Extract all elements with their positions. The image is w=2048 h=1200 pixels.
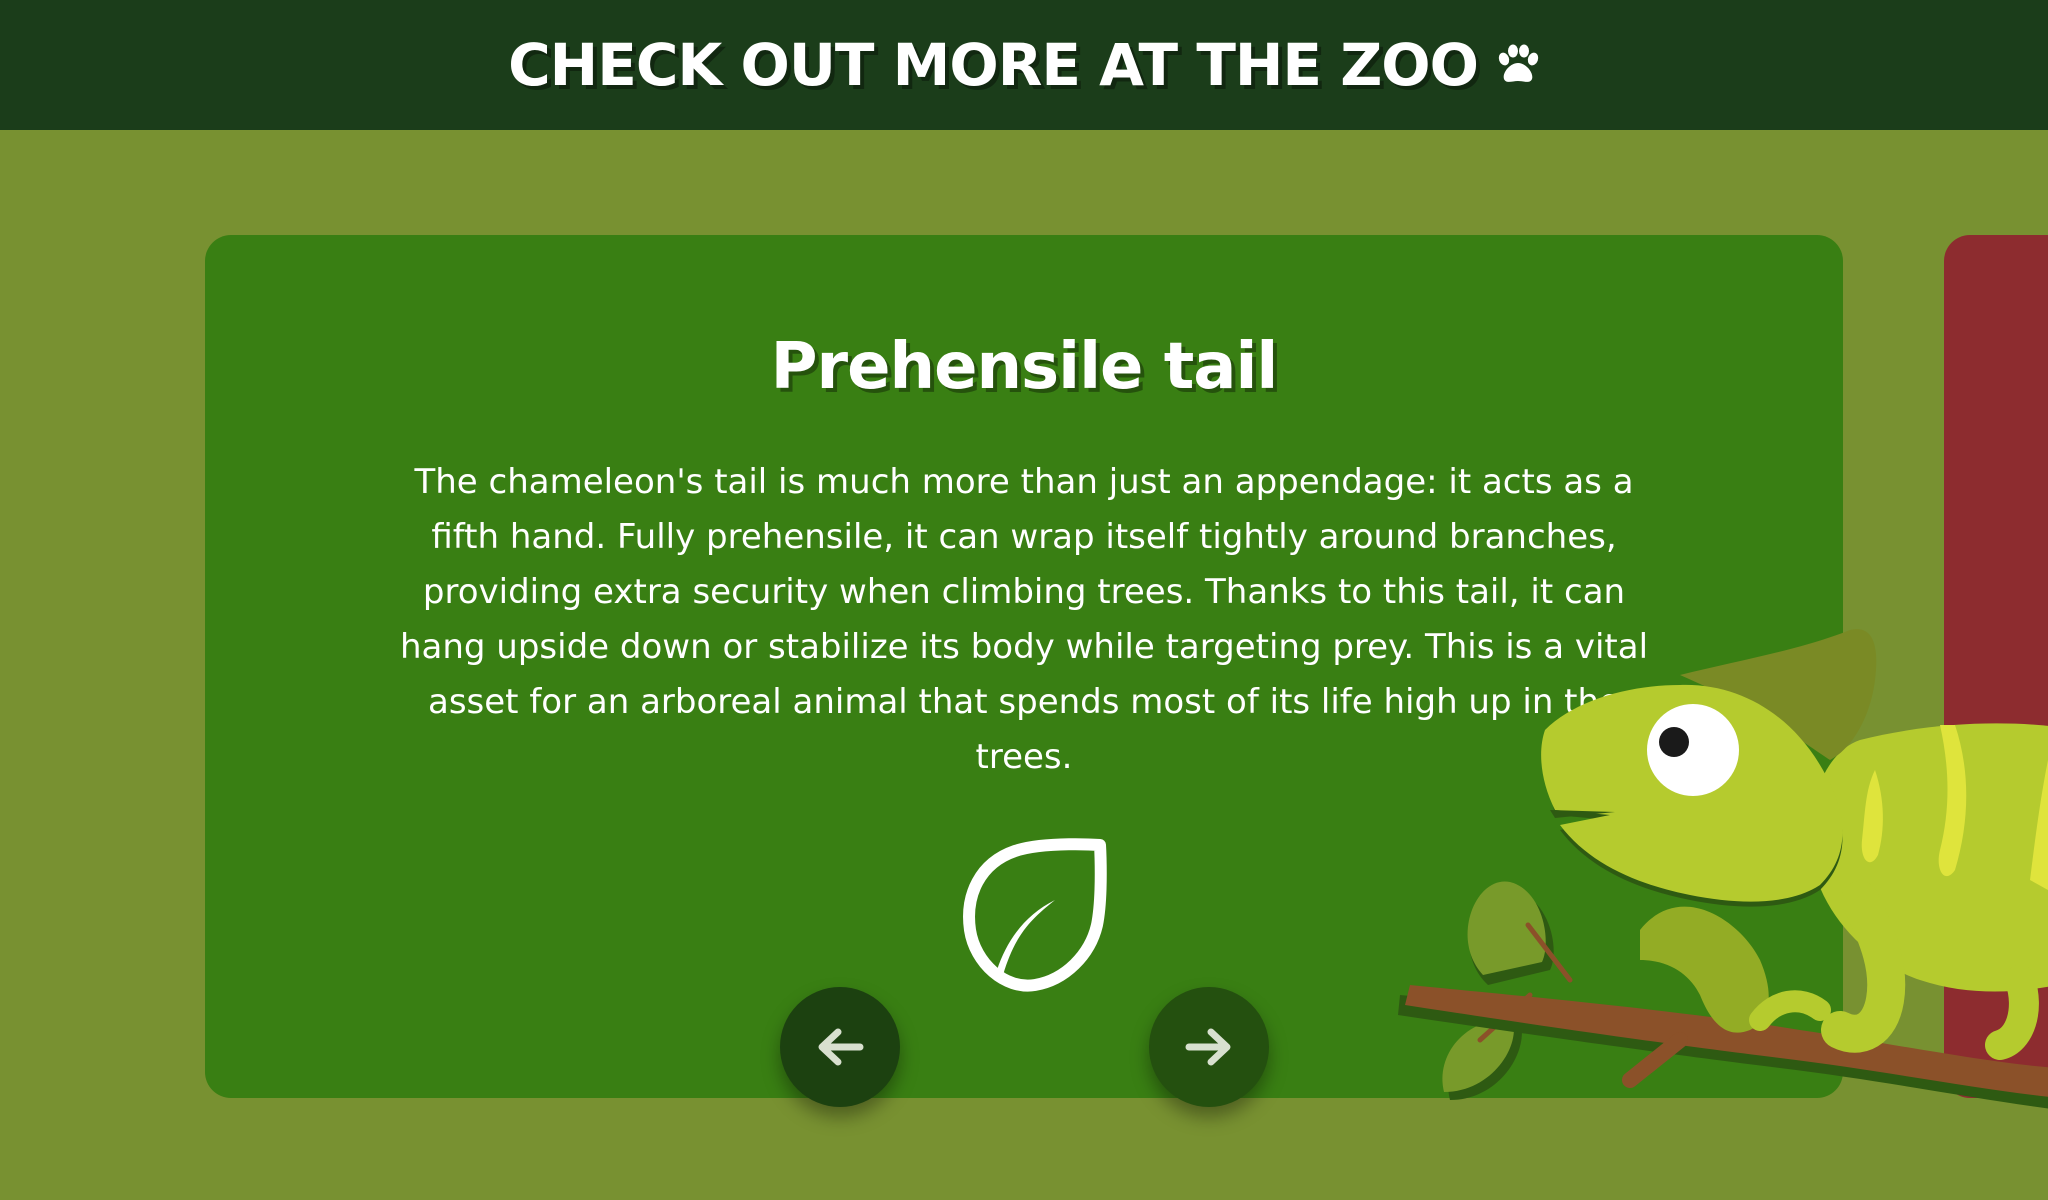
arrow-right-icon [1185,1028,1231,1066]
slide-title: Prehensile tail [770,330,1279,404]
banner-title: CHECK OUT MORE AT THE ZOO [508,31,1479,99]
chameleon-illustration [1398,629,2048,1109]
next-slide-button[interactable] [1149,987,1269,1107]
page: CHECK OUT MORE AT THE ZOO Prehensile tai… [0,0,2048,1200]
chameleon-head [1541,629,1877,907]
paw-icon [1498,44,1539,82]
arrow-left-icon [818,1028,864,1066]
leaf-icon [963,838,1107,992]
banner-heading: CHECK OUT MORE AT THE ZOO [508,31,1540,99]
top-banner: CHECK OUT MORE AT THE ZOO [0,0,2048,130]
prev-slide-button[interactable] [780,987,900,1107]
